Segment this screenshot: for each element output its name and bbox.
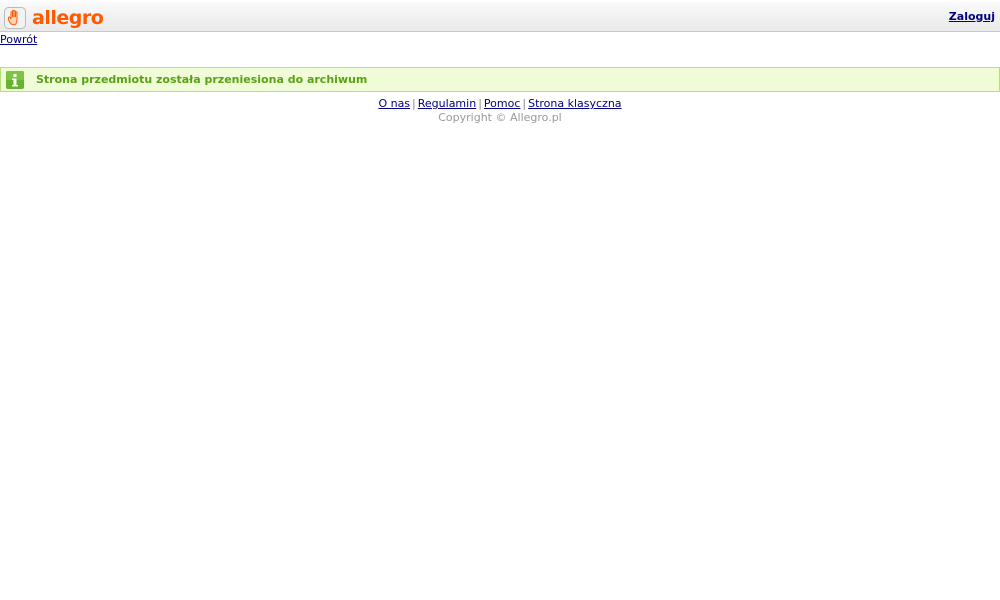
back-link[interactable]: Powrót (0, 33, 37, 46)
logo-text: allegro (32, 7, 104, 29)
archive-notice: Strona przedmiotu została przeniesiona d… (0, 67, 1000, 92)
footer-link-about[interactable]: O nas (378, 97, 410, 110)
footer-link-terms[interactable]: Regulamin (418, 97, 476, 110)
login-link[interactable]: Zaloguj (949, 10, 995, 23)
footer-link-help[interactable]: Pomoc (484, 97, 520, 110)
notice-message: Strona przedmiotu została przeniesiona d… (36, 73, 368, 86)
info-icon (6, 71, 24, 89)
top-bar: allegro Zaloguj (0, 2, 1000, 32)
hand-icon (4, 7, 26, 29)
footer-link-classic[interactable]: Strona klasyczna (528, 97, 621, 110)
allegro-logo[interactable]: allegro (4, 6, 104, 30)
footer-separator: | (412, 97, 416, 110)
footer-separator: | (478, 97, 482, 110)
footer-links: O nas | Regulamin | Pomoc | Strona klasyczna (0, 97, 1000, 110)
footer-separator: | (522, 97, 527, 110)
copyright-text: Copyright © Allegro.pl (438, 111, 562, 124)
